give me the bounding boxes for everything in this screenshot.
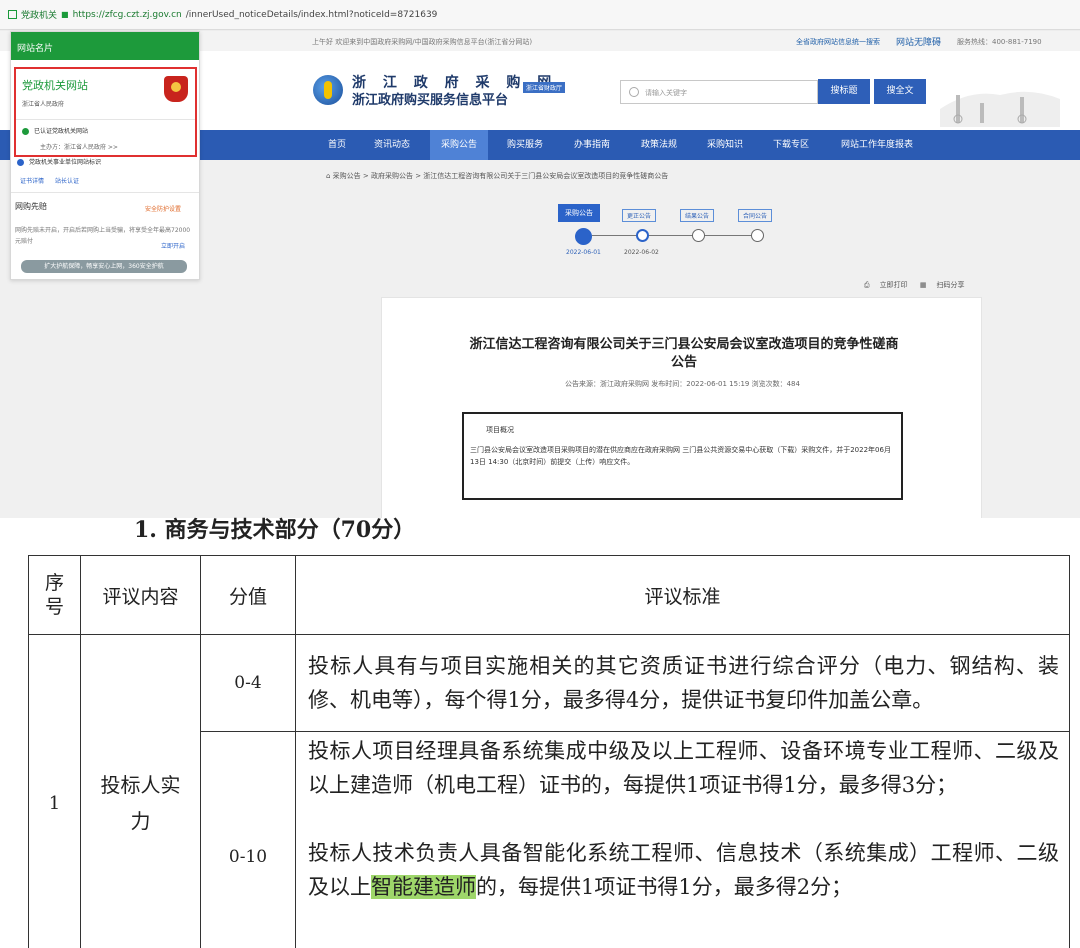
popup-header: 网站名片 xyxy=(11,32,199,60)
scoring-table: 序号 评议内容 分值 评议标准 1 投标人实力 0-4 投标人具有与项目实施相关… xyxy=(28,555,1070,948)
score-range: 0-4 xyxy=(200,634,296,732)
province-search-link[interactable]: 全省政府网站信息统一搜索 xyxy=(796,37,880,47)
nav-knowledge[interactable]: 采购知识 xyxy=(696,130,754,160)
party-emblem-icon xyxy=(164,76,188,102)
logo-subtitle[interactable]: 浙江政府购买服务信息平台 xyxy=(352,89,508,108)
share-button[interactable]: 扫码分享 xyxy=(936,281,964,289)
webmaster-auth-link[interactable]: 站长认证 xyxy=(55,178,79,185)
project-overview-box: 项目概况 三门县公安局会议室改造项目采购项目的潜在供应商应在政府采购网 三门县公… xyxy=(462,412,903,500)
nav-policy[interactable]: 政策法规 xyxy=(630,130,688,160)
search-title-button[interactable]: 搜标题 xyxy=(818,79,870,104)
breadcrumb-text[interactable]: 采购公告 > 政府采购公告 > 浙江信达工程咨询有限公司关于三门县公安局会议室改… xyxy=(333,172,669,180)
url-host[interactable]: https://zfcg.czt.zj.gov.cn xyxy=(73,10,182,20)
row-content-text: 投标人实力 xyxy=(100,773,181,833)
header-no-text: 序号 xyxy=(44,572,64,618)
site-badge-label[interactable]: 党政机关 xyxy=(21,8,57,21)
table-row: 1 投标人实力 0-4 投标人具有与项目实施相关的其它资质证书进行综合评分（电力… xyxy=(28,634,1070,948)
nav-purchase-service[interactable]: 购买服务 xyxy=(496,130,554,160)
step-node-pending-icon xyxy=(751,229,764,242)
header-criteria: 评议标准 xyxy=(295,555,1070,635)
criteria-text-part: 的，每提供1项证书得1分，最多得2分； xyxy=(476,875,853,899)
criteria-text: 投标人技术负责人具备智能化系统工程师、信息技术（系统集成）工程师、二级及以上智能… xyxy=(308,836,1059,904)
hotline: 服务热线：400-881-7190 xyxy=(957,38,1042,46)
popup-site-name[interactable]: 党政机关网站 xyxy=(22,77,88,93)
home-icon[interactable]: ⌂ xyxy=(326,172,333,180)
site-card-popup: 网站名片 党政机关网站 浙江省人民政府 已认证党政机关网站 主办方：浙江省人民政… xyxy=(10,31,200,280)
site-logo-icon[interactable] xyxy=(313,75,343,105)
search-fulltext-button[interactable]: 搜全文 xyxy=(874,79,926,104)
enable-now-link[interactable]: 立即开启 xyxy=(161,241,185,250)
highlight-frame: 党政机关网站 浙江省人民政府 已认证党政机关网站 主办方：浙江省人民政府 >> xyxy=(14,67,197,157)
score-range: 0-10 xyxy=(200,731,296,948)
step-contract-notice[interactable]: 合同公告 xyxy=(738,209,773,222)
nav-annual-report[interactable]: 网站工作年度报表 xyxy=(830,130,924,160)
step-result-notice[interactable]: 结果公告 xyxy=(680,209,715,222)
nav-downloads[interactable]: 下载专区 xyxy=(762,130,820,160)
print-button[interactable]: 立即打印 xyxy=(880,281,908,289)
check-icon xyxy=(22,128,29,135)
site-badge-icon[interactable] xyxy=(8,10,17,19)
breadcrumb: ⌂ 采购公告 > 政府采购公告 > 浙江信达工程咨询有限公司关于三门县公安局会议… xyxy=(326,171,668,181)
highlighted-term: 智能建造师 xyxy=(371,875,476,899)
notice-meta: 公告来源：浙江政府采购网 发布时间：2022-06-01 15:19 浏览次数：… xyxy=(565,380,800,388)
header-score: 分值 xyxy=(200,555,296,635)
url-path[interactable]: /innerUsed_noticeDetails/index.html?noti… xyxy=(186,10,438,20)
pagoda-decoration-icon xyxy=(940,91,1060,127)
nav-news[interactable]: 资讯动态 xyxy=(364,130,420,160)
divider xyxy=(16,119,195,120)
address-bar[interactable]: 党政机关 ■ https://zfcg.czt.zj.gov.cn/innerU… xyxy=(0,0,1080,30)
nav-home[interactable]: 首页 xyxy=(318,130,356,160)
header-content: 评议内容 xyxy=(80,555,201,635)
print-icon[interactable]: ⎙ xyxy=(864,281,870,289)
scoring-document: 1. 商务与技术部分（70分） 序号 评议内容 分值 评议标准 1 投标人实力 … xyxy=(0,517,1080,948)
progress-line xyxy=(592,235,752,236)
verified-row: 已认证党政机关网站 xyxy=(22,126,88,135)
promo-banner[interactable]: 扩大护航保障，畅享安心上网，360安全护航 xyxy=(21,260,187,273)
criteria-text: 投标人项目经理具备系统集成中级及以上工程师、设备环境专业工程师、二级及以上建造师… xyxy=(308,739,1059,797)
search-input[interactable]: 请输入关键字 xyxy=(620,80,818,104)
step-node-pending-icon xyxy=(692,229,705,242)
qrcode-icon[interactable]: ▦ xyxy=(920,281,927,289)
step-node-done-icon xyxy=(575,228,592,245)
step-node-current-icon xyxy=(636,229,649,242)
info-icon xyxy=(17,159,24,166)
divider xyxy=(11,192,199,193)
row-number: 1 xyxy=(28,634,81,948)
nav-procurement-notice[interactable]: 采购公告 xyxy=(430,130,488,160)
overview-heading: 项目概况 xyxy=(486,426,514,434)
lock-icon: ■ xyxy=(61,10,69,19)
overview-text: 三门县公安局会议室改造项目采购项目的潜在供应商应在政府采购网 三门县公共资源交易… xyxy=(470,446,891,466)
criteria-cell: 投标人项目经理具备系统集成中级及以上工程师、设备环境专业工程师、二级及以上建造师… xyxy=(295,731,1070,948)
tools: ⎙ 立即打印 ▦ 扫码分享 xyxy=(864,280,974,290)
info-label: 党政机关事业单位网站标识 xyxy=(29,159,102,166)
popup-section-title: 网购先赔 xyxy=(15,202,47,211)
certificate-details-link[interactable]: 证书详情 xyxy=(20,178,44,185)
header-no: 序号 xyxy=(28,555,81,635)
step-date: 2022-06-01 xyxy=(566,249,601,256)
popup-gov: 浙江省人民政府 xyxy=(22,101,65,108)
nav-guide[interactable]: 办事指南 xyxy=(563,130,621,160)
department-badge: 浙江省财政厅 xyxy=(523,82,566,93)
notice-card: 浙江信达工程咨询有限公司关于三门县公安局会议室改造项目的竞争性磋商公告 公告来源… xyxy=(381,297,982,518)
step-date: 2022-06-02 xyxy=(624,249,659,256)
step-correction-notice[interactable]: 更正公告 xyxy=(622,209,657,222)
info-row: 党政机关事业单位网站标识 xyxy=(17,157,101,166)
section-heading: 1. 商务与技术部分（70分） xyxy=(134,517,416,543)
verified-label: 已认证党政机关网站 xyxy=(34,128,89,135)
step-procurement-notice[interactable]: 采购公告 xyxy=(558,204,600,222)
security-settings-link[interactable]: 安全防护设置 xyxy=(145,204,181,213)
criteria-text: 投标人具有与项目实施相关的其它资质证书进行综合评分（电力、钢结构、装修、机电等）… xyxy=(295,634,1070,732)
row-content: 投标人实力 xyxy=(80,634,201,948)
popup-links: 证书详情 站长认证 xyxy=(20,176,88,185)
accessibility-link[interactable]: 网站无障碍 xyxy=(896,35,941,48)
welcome-text: 上午好 欢迎来到中国政府采购网/中国政府采购信息平台(浙江省分网站) xyxy=(312,38,533,46)
sponsor-link[interactable]: 主办方：浙江省人民政府 >> xyxy=(40,142,118,151)
browser-screenshot: 党政机关 ■ https://zfcg.czt.zj.gov.cn/innerU… xyxy=(0,0,1080,518)
notice-title: 浙江信达工程咨询有限公司关于三门县公安局会议室改造项目的竞争性磋商公告 xyxy=(469,337,899,370)
table-header-row: 序号 评议内容 分值 评议标准 xyxy=(28,555,1070,635)
